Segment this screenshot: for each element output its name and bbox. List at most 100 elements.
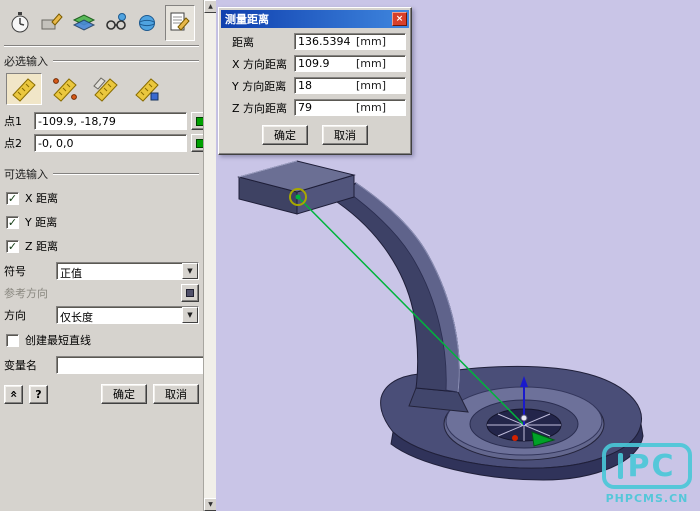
glasses-tool-button[interactable] [101, 5, 131, 41]
direction-label: 方向 [4, 307, 52, 323]
x-direction-unit: [mm] [356, 57, 386, 70]
point2-input[interactable] [34, 134, 187, 152]
point1-row: 点1 [4, 112, 199, 130]
z-distance-checkbox[interactable]: ✓ [6, 240, 19, 253]
measure-type-object-button[interactable] [129, 73, 165, 105]
x-distance-row: ✓ X 距离 [6, 190, 199, 206]
chevron-down-icon[interactable]: ▼ [182, 263, 198, 279]
z-direction-unit: [mm] [356, 101, 386, 114]
x-distance-checkbox[interactable]: ✓ [6, 192, 19, 205]
y-distance-label: Y 距离 [25, 214, 57, 230]
dialog-titlebar[interactable]: 测量距离 × [221, 10, 409, 28]
viewport-3d[interactable]: 测量距离 × 距离 136.5394 [mm] X 方向距离 109.9 [mm… [216, 0, 700, 511]
reference-direction-button[interactable] [181, 284, 199, 302]
measure-type-projected-button[interactable] [47, 73, 83, 105]
symbol-select[interactable]: 正值 ▼ [56, 262, 199, 280]
measure-type-buttons [6, 73, 199, 105]
phpcms-logo: PC [602, 443, 692, 489]
required-input-group: 必选输入 [4, 53, 199, 69]
y-direction-row: Y 方向距离 18 [mm] [224, 77, 406, 94]
direction-select-value: 仅长度 [57, 307, 182, 323]
dialog-actions: 确定 取消 [221, 125, 409, 145]
create-line-checkbox[interactable] [6, 334, 19, 347]
z-distance-row: ✓ Z 距离 [6, 238, 199, 254]
section-icon [39, 10, 65, 36]
ruler-double-icon [93, 76, 119, 102]
z-direction-label: Z 方向距离 [224, 100, 294, 116]
optional-group-title: 可选输入 [4, 166, 48, 182]
measure-type-screen-button[interactable] [88, 73, 124, 105]
reference-direction-label: 参考方向 [4, 285, 48, 301]
group-title-rule [53, 173, 199, 175]
notes-icon [167, 10, 193, 36]
ruler-points-icon [52, 76, 78, 102]
layers-icon [71, 10, 97, 36]
panel-toolbar [4, 3, 199, 43]
logo-text: PC [627, 449, 675, 484]
panel-ok-button[interactable]: 确定 [101, 384, 147, 404]
distance-row: 距离 136.5394 [mm] [224, 33, 406, 50]
z-direction-field[interactable]: 79 [mm] [294, 99, 406, 116]
sphere-tool-button[interactable] [133, 5, 163, 41]
section-tool-button[interactable] [37, 5, 67, 41]
x-direction-label: X 方向距离 [224, 56, 294, 72]
direction-vector-icon [186, 289, 194, 297]
chevron-down-icon[interactable]: ▼ [182, 307, 198, 323]
distance-value: 136.5394 [298, 35, 356, 48]
logo-bar [618, 453, 623, 479]
y-distance-row: ✓ Y 距离 [6, 214, 199, 230]
point2-label: 点2 [4, 135, 30, 151]
dialog-title: 测量距离 [225, 11, 392, 27]
variable-row: 变量名 [4, 356, 199, 374]
y-direction-field[interactable]: 18 [mm] [294, 77, 406, 94]
measure-type-distance-button[interactable] [6, 73, 42, 105]
timer-tool-button[interactable] [5, 5, 35, 41]
layers-tool-button[interactable] [69, 5, 99, 41]
z-distance-label: Z 距离 [25, 238, 58, 254]
ruler-object-icon [134, 76, 160, 102]
y-distance-checkbox[interactable]: ✓ [6, 216, 19, 229]
notes-tool-button[interactable] [165, 5, 195, 41]
y-direction-unit: [mm] [356, 79, 386, 92]
panel-cancel-button[interactable]: 取消 [153, 384, 199, 404]
point2-row: 点2 [4, 134, 199, 152]
measure-panel: 必选输入 [0, 0, 203, 511]
watermark: PC PHPCMS.CN [602, 443, 692, 505]
x-direction-value: 109.9 [298, 57, 356, 70]
z-direction-row: Z 方向距离 79 [mm] [224, 99, 406, 116]
distance-unit: [mm] [356, 35, 386, 48]
glasses-icon [103, 10, 129, 36]
direction-row: 方向 仅长度 ▼ [4, 306, 199, 324]
create-line-label: 创建最短直线 [25, 332, 91, 348]
close-icon[interactable]: × [392, 12, 407, 26]
required-group-title: 必选输入 [4, 53, 48, 69]
y-direction-value: 18 [298, 79, 356, 92]
reference-direction-row: 参考方向 [4, 284, 199, 302]
distance-label: 距离 [224, 34, 294, 50]
y-direction-label: Y 方向距离 [224, 78, 294, 94]
z-direction-value: 79 [298, 101, 356, 114]
direction-select[interactable]: 仅长度 ▼ [56, 306, 199, 324]
panel-actions: « ? 确定 取消 [4, 384, 199, 404]
help-icon: ? [35, 388, 41, 401]
x-direction-field[interactable]: 109.9 [mm] [294, 55, 406, 72]
panel-scrollbar[interactable]: ▲ ▼ [203, 0, 216, 511]
point1-input[interactable] [34, 112, 187, 130]
sphere-icon [135, 10, 161, 36]
help-button[interactable]: ? [29, 385, 48, 404]
ruler-icon [11, 76, 37, 102]
group-title-rule [53, 60, 199, 62]
dialog-ok-button[interactable]: 确定 [262, 125, 308, 145]
distance-field[interactable]: 136.5394 [mm] [294, 33, 406, 50]
symbol-row: 符号 正值 ▼ [4, 262, 199, 280]
variable-label: 变量名 [4, 357, 52, 373]
dialog-cancel-button[interactable]: 取消 [322, 125, 368, 145]
measure-distance-dialog: 测量距离 × 距离 136.5394 [mm] X 方向距离 109.9 [mm… [218, 7, 412, 155]
create-line-row: 创建最短直线 [6, 332, 199, 348]
symbol-select-value: 正值 [57, 263, 182, 279]
variable-input[interactable] [56, 356, 209, 374]
timer-icon [7, 10, 33, 36]
collapse-dialog-button[interactable]: « [4, 385, 23, 404]
point1-label: 点1 [4, 113, 30, 129]
app-window: 必选输入 [0, 0, 700, 511]
